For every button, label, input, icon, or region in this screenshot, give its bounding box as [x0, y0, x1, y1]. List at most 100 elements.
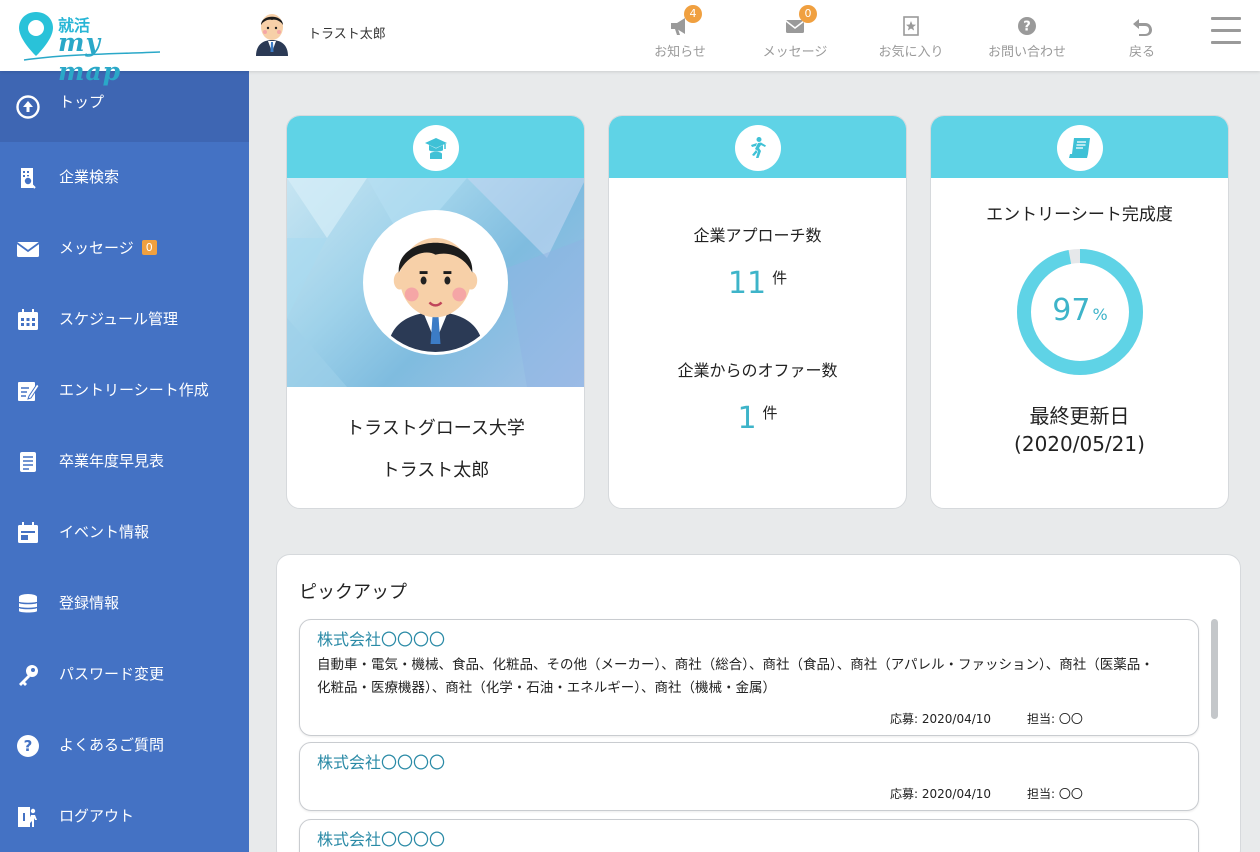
nav-notifications-label: お知らせ — [654, 45, 706, 60]
profile-picture[interactable] — [363, 210, 508, 355]
pickup-title: ピックアップ — [299, 582, 407, 603]
envelope-icon — [16, 242, 40, 257]
pickup-company-name[interactable]: 株式会社〇〇〇〇 — [317, 626, 445, 650]
sidebar-item-registration[interactable]: 登録情報 — [0, 568, 249, 639]
pickup-meta: 応募: 2020/04/10 担当: 〇〇 — [890, 710, 1083, 727]
university-name: トラストグロース大学 — [346, 418, 525, 439]
sidebar-item-graduation-table[interactable]: 卒業年度早見表 — [0, 426, 249, 497]
logout-icon — [18, 807, 37, 827]
offer-count[interactable]: 1件 — [609, 401, 906, 436]
sidebar-item-label: パスワード変更 — [59, 665, 165, 683]
pickup-panel: ピックアップ 株式会社〇〇〇〇 自動車・電気・機械、食品、化粧品、その他（メーカ… — [276, 554, 1241, 852]
approach-count-label: 企業アプローチ数 — [693, 226, 822, 245]
sidebar-item-label: スケジュール管理 — [59, 310, 178, 328]
entry-sheet-card-header — [931, 116, 1228, 178]
profile-background — [287, 178, 584, 387]
sidebar-messages-badge: 0 — [141, 240, 157, 255]
sidebar-item-label: トップ — [59, 93, 105, 111]
hamburger-menu-icon[interactable] — [1211, 17, 1241, 45]
nav-back[interactable]: 戻る — [1092, 0, 1192, 71]
header-user-name[interactable]: トラスト太郎 — [308, 23, 386, 42]
pickup-scrollbar[interactable] — [1211, 619, 1218, 719]
up-arrow-circle-icon — [16, 95, 40, 119]
offer-count-label: 企業からのオファー数 — [677, 361, 838, 380]
completion-donut: 97% — [1016, 248, 1144, 376]
sidebar-item-entry-sheet[interactable]: エントリーシート作成 — [0, 355, 249, 426]
sidebar-item-label: ログアウト — [59, 807, 135, 825]
stats-card-header — [609, 116, 906, 178]
stats-card: 企業アプローチ数 11 件 企業からのオファー数 1件 — [608, 115, 907, 509]
nav-messages[interactable]: 0 メッセージ — [745, 0, 845, 71]
approach-count-unit: 件 — [772, 269, 788, 287]
sidebar-item-faq[interactable]: ? よくあるご質問 — [0, 710, 249, 781]
question-icon: ? — [17, 735, 39, 757]
sidebar-item-label: 卒業年度早見表 — [59, 452, 165, 470]
nav-notifications[interactable]: 4 お知らせ — [630, 0, 730, 71]
pickup-item[interactable]: 株式会社〇〇〇〇 応募: 2020/04/10 担当: 〇〇 — [299, 742, 1199, 811]
sidebar-item-company-search[interactable]: 企業検索 — [0, 142, 249, 213]
completion-percent: 97 — [1052, 293, 1091, 328]
nav-back-label: 戻る — [1128, 45, 1155, 60]
svg-text:?: ? — [1023, 20, 1031, 35]
logo[interactable]: 就活 my map — [16, 10, 166, 86]
key-icon — [19, 665, 38, 686]
running-person-icon — [734, 125, 781, 171]
completion-percent-symbol: % — [1092, 305, 1108, 324]
student-name: トラスト太郎 — [381, 460, 490, 481]
certificate-icon — [1056, 125, 1103, 171]
sidebar-item-schedule[interactable]: スケジュール管理 — [0, 284, 249, 355]
nav-contact-label: お問い合わせ — [987, 45, 1066, 60]
entry-sheet-completion-label: エントリーシート完成度 — [986, 205, 1173, 225]
sidebar-item-logout[interactable]: ログアウト — [0, 781, 249, 852]
messages-badge: 0 — [799, 5, 817, 23]
profile-card-header — [287, 116, 584, 178]
nav-contact[interactable]: ? お問い合わせ — [977, 0, 1077, 71]
header: 就活 my map トラスト太郎 4 お知らせ 0 メッセージ お気に入り ? … — [0, 0, 1260, 86]
profile-card: トラストグロース大学 トラスト太郎 — [286, 115, 585, 509]
question-icon: ? — [1018, 17, 1036, 35]
calendar-icon — [18, 309, 38, 330]
sidebar-item-label: よくあるご質問 — [59, 736, 165, 754]
building-search-icon — [21, 168, 36, 189]
bookmark-star-icon — [903, 16, 919, 36]
event-calendar-icon — [18, 522, 38, 543]
sidebar-item-label: エントリーシート作成 — [59, 381, 209, 399]
last-updated-label: 最終更新日 — [1029, 404, 1130, 428]
sidebar-item-label: メッセージ 0 — [59, 237, 157, 258]
database-icon — [18, 594, 38, 613]
offer-count-value: 1 — [737, 401, 757, 436]
pickup-item[interactable]: 株式会社〇〇〇〇 — [299, 819, 1199, 852]
sidebar-item-password[interactable]: パスワード変更 — [0, 639, 249, 710]
nav-favorites-label: お気に入り — [878, 45, 944, 60]
user-avatar[interactable] — [252, 8, 292, 56]
sidebar-messages-text: メッセージ — [59, 239, 134, 257]
pickup-company-name[interactable]: 株式会社〇〇〇〇 — [317, 749, 445, 773]
completion-value: 97% — [1016, 293, 1144, 328]
sidebar-item-messages[interactable]: メッセージ 0 — [0, 213, 249, 284]
pickup-contact: 担当: 〇〇 — [1027, 712, 1083, 726]
sidebar-item-label: イベント情報 — [59, 523, 150, 541]
pickup-item[interactable]: 株式会社〇〇〇〇 自動車・電気・機械、食品、化粧品、その他（メーカー）、商社（総… — [299, 619, 1199, 736]
sidebar-item-label: 登録情報 — [59, 594, 120, 612]
logo-swoosh — [23, 51, 161, 61]
sidebar-item-events[interactable]: イベント情報 — [0, 497, 249, 568]
svg-text:?: ? — [24, 737, 33, 755]
offer-count-unit: 件 — [762, 404, 778, 422]
last-updated-date: (2020/05/21) — [1014, 432, 1145, 456]
pickup-contact: 担当: 〇〇 — [1027, 787, 1083, 801]
approach-count[interactable]: 11 件 — [609, 266, 906, 301]
pickup-company-name[interactable]: 株式会社〇〇〇〇 — [317, 826, 445, 850]
pickup-applied-date: 応募: 2020/04/10 — [890, 712, 992, 726]
notifications-badge: 4 — [684, 5, 702, 23]
back-arrow-icon — [1133, 19, 1152, 36]
sidebar: トップ 企業検索 メッセージ 0 スケジュール管理 エントリーシート作成 卒業年… — [0, 71, 249, 852]
approach-count-value: 11 — [727, 266, 767, 301]
pickup-industries: 自動車・電気・機械、食品、化粧品、その他（メーカー）、商社（総合）、商社（食品）… — [317, 657, 1154, 696]
document-list-icon — [20, 452, 36, 472]
pickup-meta: 応募: 2020/04/10 担当: 〇〇 — [890, 785, 1083, 802]
nav-favorites[interactable]: お気に入り — [861, 0, 961, 71]
nav-messages-label: メッセージ — [762, 45, 828, 60]
edit-sheet-icon — [18, 382, 40, 401]
entry-sheet-card: エントリーシート完成度 97% 最終更新日 (2020/05/21) — [930, 115, 1229, 509]
graduate-icon — [412, 125, 459, 171]
